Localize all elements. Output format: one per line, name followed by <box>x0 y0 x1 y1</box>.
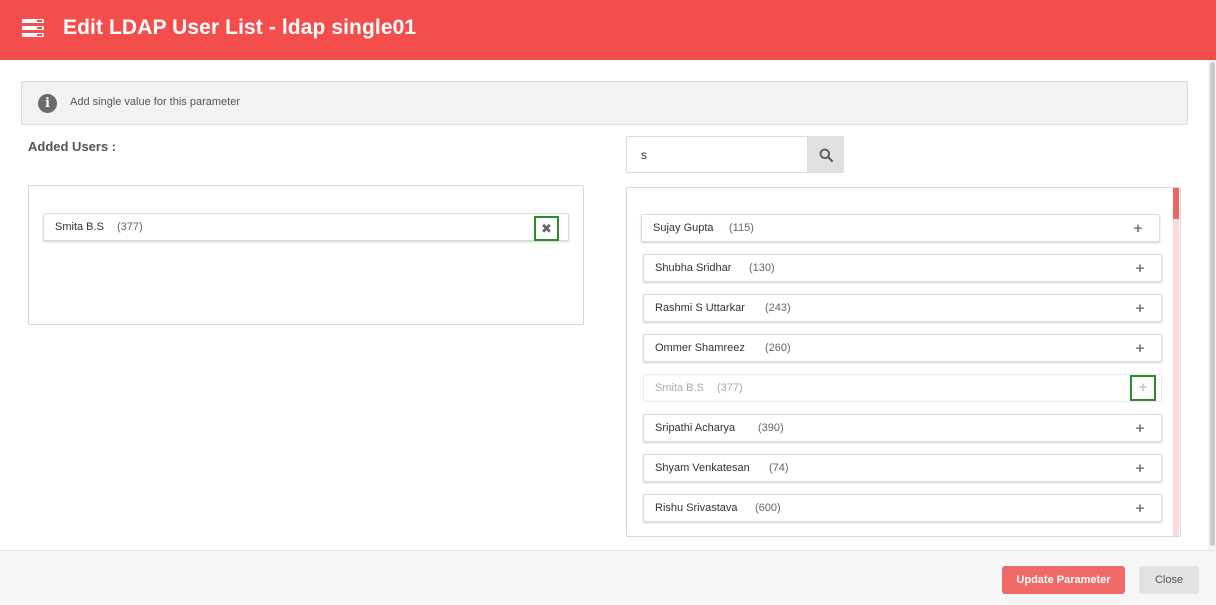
dialog-title: Edit LDAP User List - ldap single01 <box>63 16 417 39</box>
add-user-button[interactable]: + <box>1128 219 1148 239</box>
plus-icon: + <box>1133 220 1143 237</box>
search-input[interactable] <box>626 136 808 173</box>
plus-icon: + <box>1138 379 1148 396</box>
plus-icon: + <box>1135 260 1145 277</box>
plus-icon: + <box>1135 420 1145 437</box>
result-row[interactable]: Shubha Sridhar (130) + <box>643 254 1162 282</box>
result-name: Shyam Venkatesan <box>655 462 750 474</box>
add-user-button[interactable]: + <box>1130 499 1150 519</box>
result-row[interactable]: Rashmi S Uttarkar (243) + <box>643 294 1162 322</box>
plus-icon: + <box>1135 300 1145 317</box>
add-user-button[interactable]: + <box>1130 259 1150 279</box>
add-user-button[interactable]: + <box>1130 459 1150 479</box>
result-id: (130) <box>749 262 775 274</box>
result-name: Ommer Shamreez <box>655 342 745 354</box>
info-icon: i <box>38 94 57 113</box>
result-row[interactable]: Rishu Srivastava (600) + <box>643 494 1162 522</box>
result-name: Smita B.S <box>655 382 704 394</box>
search-icon <box>819 148 833 162</box>
result-id: (600) <box>755 502 781 514</box>
result-row[interactable]: Ommer Shamreez (260) + <box>643 334 1162 362</box>
info-text: Add single value for this parameter <box>70 96 240 108</box>
result-name: Sujay Gupta <box>653 222 714 234</box>
added-user-id: (377) <box>117 221 143 233</box>
plus-icon: + <box>1135 460 1145 477</box>
user-search <box>626 136 844 173</box>
result-id: (260) <box>765 342 791 354</box>
search-button[interactable] <box>807 136 844 173</box>
add-user-button[interactable]: + <box>1130 339 1150 359</box>
close-icon: ✖ <box>541 221 552 236</box>
result-row[interactable]: Smita B.S (377) + <box>643 374 1162 402</box>
added-users-label: Added Users : <box>28 139 117 154</box>
added-user-name: Smita B.S <box>55 221 104 233</box>
plus-icon: + <box>1135 340 1145 357</box>
results-scrollbar-thumb[interactable] <box>1173 188 1179 219</box>
update-parameter-button[interactable]: Update Parameter <box>1002 566 1125 594</box>
result-name: Rashmi S Uttarkar <box>655 302 745 314</box>
result-id: (74) <box>769 462 789 474</box>
dialog-scrollbar-thumb[interactable] <box>1210 62 1215 546</box>
remove-user-button[interactable]: ✖ <box>534 216 559 241</box>
close-button[interactable]: Close <box>1139 566 1199 594</box>
add-user-button[interactable]: + <box>1130 419 1150 439</box>
result-id: (115) <box>729 222 754 234</box>
added-users-panel: Smita B.S (377) ✖ <box>28 185 584 325</box>
result-id: (377) <box>717 382 743 394</box>
result-name: Shubha Sridhar <box>655 262 732 274</box>
result-id: (243) <box>765 302 791 314</box>
search-results-panel: Sujay Gupta (115) + Shubha Sridhar (130) + Ras… <box>626 187 1181 537</box>
result-name: Sripathi Acharya <box>655 422 736 434</box>
result-name: Rishu Srivastava <box>655 502 738 514</box>
add-user-button[interactable]: + <box>1130 375 1156 401</box>
result-row[interactable]: Sripathi Acharya (390) + <box>643 414 1162 442</box>
added-user-chip: Smita B.S (377) ✖ <box>43 213 569 241</box>
results-scrollbar[interactable] <box>1173 188 1179 536</box>
info-banner: i Add single value for this parameter <box>21 81 1188 125</box>
result-id: (390) <box>758 422 784 434</box>
dialog-footer: Update Parameter Close <box>0 550 1216 605</box>
result-row[interactable]: Shyam Venkatesan (74) + <box>643 454 1162 482</box>
dialog-header: Edit LDAP User List - ldap single01 <box>0 0 1216 60</box>
plus-icon: + <box>1135 500 1145 517</box>
result-row[interactable]: Sujay Gupta (115) + <box>641 214 1160 242</box>
add-user-button[interactable]: + <box>1130 299 1150 319</box>
list-icon <box>22 19 44 37</box>
